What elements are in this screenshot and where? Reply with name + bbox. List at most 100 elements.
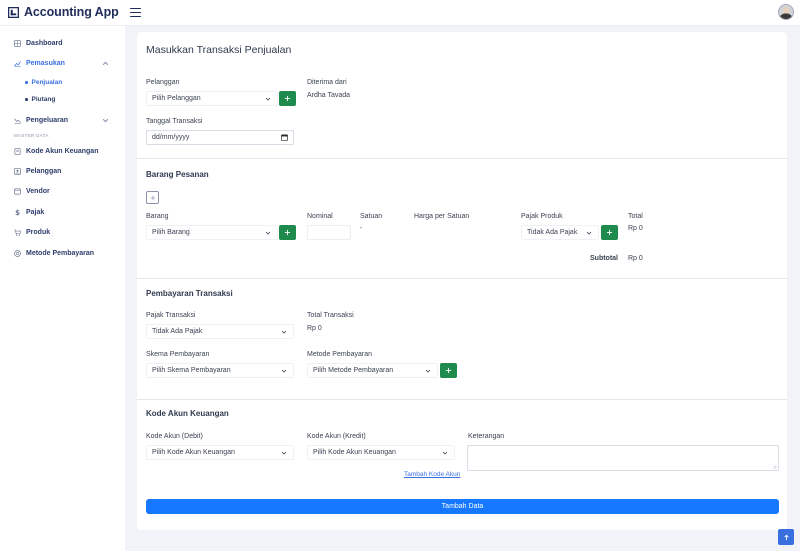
sidebar-item-pengeluaran[interactable]: Pengeluaran: [0, 112, 125, 128]
nominal-input[interactable]: [307, 225, 351, 240]
plus-icon: [606, 229, 613, 236]
sidebar-item-label: Pelanggan: [26, 167, 62, 175]
logo-icon: [8, 6, 19, 18]
kredit-select[interactable]: Pilih Kode Akun Keuangan: [307, 445, 455, 460]
menu-toggle-icon[interactable]: [130, 8, 141, 17]
add-pelanggan-button[interactable]: [279, 91, 296, 106]
col-pajak-produk: Pajak Produk: [521, 213, 563, 220]
pajak-transaksi-select-value: Tidak Ada Pajak: [152, 328, 203, 335]
plus-icon: [284, 95, 291, 102]
pelanggan-label: Pelanggan: [146, 79, 180, 86]
arrow-up-icon: [783, 534, 789, 540]
sidebar-item-label: Penjualan: [31, 79, 63, 86]
page-title: Masukkan Transaksi Penjualan: [146, 44, 292, 56]
section-divider: [137, 278, 787, 279]
pajak-produk-select-value: Tidak Ada Pajak: [527, 229, 578, 236]
metode-select-value: Pilih Metode Pembayaran: [313, 367, 394, 374]
topbar: Accounting App: [0, 0, 800, 26]
chevron-down-icon: [102, 119, 109, 123]
calendar-icon[interactable]: [281, 134, 288, 141]
chevron-down-icon: [265, 231, 271, 235]
chevron-down-icon: [425, 369, 431, 373]
plus-icon: [150, 195, 155, 200]
kredit-label: Kode Akun (Kredit): [307, 433, 366, 440]
sidebar-item-label: Metode Pembayaran: [26, 249, 95, 257]
debit-select[interactable]: Pilih Kode Akun Keuangan: [146, 445, 294, 460]
sidebar-item-dashboard[interactable]: Dashboard: [0, 35, 125, 51]
barang-section-title: Barang Pesanan: [146, 170, 209, 179]
chevron-down-icon: [281, 330, 287, 334]
transaction-form-card: Masukkan Transaksi Penjualan Pelanggan P…: [137, 32, 787, 530]
keterangan-textarea[interactable]: [467, 445, 779, 471]
sidebar-item-label: Kode Akun Keuangan: [26, 147, 99, 155]
section-divider: [137, 158, 787, 159]
tanggal-label: Tanggal Transaksi: [146, 118, 203, 125]
tambah-data-button[interactable]: Tambah Data: [146, 499, 779, 514]
total-transaksi-value: Rp 0: [307, 325, 322, 332]
resize-handle-icon[interactable]: [772, 464, 777, 469]
sidebar-item-kode-akun[interactable]: Kode Akun Keuangan: [0, 143, 125, 159]
tanggal-input[interactable]: dd/mm/yyyy: [146, 130, 294, 145]
brand[interactable]: Accounting App: [8, 5, 119, 19]
sidebar-section-label: MASTER DATA: [14, 133, 49, 138]
tanggal-placeholder: dd/mm/yyyy: [152, 134, 190, 141]
chevron-down-icon: [586, 231, 592, 235]
add-pajak-produk-button[interactable]: [601, 225, 618, 240]
chevron-down-icon: [281, 369, 287, 373]
add-barang-row-button[interactable]: [146, 191, 159, 204]
card-icon: [14, 188, 21, 194]
add-metode-button[interactable]: [440, 363, 457, 378]
avatar[interactable]: [778, 4, 794, 20]
scroll-to-top-button[interactable]: [778, 529, 794, 545]
chart-up-icon: [14, 60, 21, 67]
barang-select[interactable]: Pilih Barang: [146, 225, 278, 240]
subtotal-value: Rp 0: [628, 255, 643, 262]
debit-label: Kode Akun (Debit): [146, 433, 203, 440]
sidebar-item-label: Pengeluaran: [26, 116, 69, 124]
sidebar-item-pemasukan[interactable]: Pemasukan: [0, 55, 125, 71]
sidebar-item-piutang[interactable]: Piutang: [25, 96, 55, 103]
sidebar: Dashboard Pemasukan Penjualan Piutang Pe…: [0, 26, 125, 551]
debit-select-value: Pilih Kode Akun Keuangan: [152, 449, 235, 456]
sidebar-item-pelanggan[interactable]: Pelanggan: [0, 163, 125, 179]
chevron-down-icon: [281, 451, 287, 455]
sidebar-item-pajak[interactable]: $ Pajak: [0, 204, 125, 220]
sidebar-item-vendor[interactable]: Vendor: [0, 183, 125, 199]
sidebar-item-penjualan[interactable]: Penjualan: [25, 79, 62, 86]
sidebar-item-label: Produk: [26, 228, 51, 236]
chevron-down-icon: [265, 97, 271, 101]
contact-icon: [14, 167, 21, 175]
tambah-kode-akun-link[interactable]: Tambah Kode Akun: [404, 471, 460, 478]
pajak-transaksi-select[interactable]: Tidak Ada Pajak: [146, 324, 294, 339]
col-satuan: Satuan: [360, 213, 383, 220]
coin-icon: [14, 249, 21, 257]
sidebar-item-produk[interactable]: Produk: [0, 224, 125, 240]
keterangan-label: Keterangan: [468, 433, 505, 440]
add-barang-button[interactable]: [279, 225, 296, 240]
skema-select-value: Pilih Skema Pembayaran: [152, 367, 231, 374]
dollar-icon: $: [15, 209, 20, 216]
diterima-label: Diterima dari: [307, 79, 347, 86]
pembayaran-section-title: Pembayaran Transaksi: [146, 289, 233, 298]
sidebar-item-label: Pemasukan: [26, 59, 65, 67]
sidebar-item-metode-pembayaran[interactable]: Metode Pembayaran: [0, 245, 125, 261]
col-barang: Barang: [146, 213, 169, 220]
chart-down-icon: [14, 118, 21, 124]
metode-select[interactable]: Pilih Metode Pembayaran: [307, 363, 438, 378]
pajak-transaksi-label: Pajak Transaksi: [146, 312, 196, 319]
sidebar-item-label: Pajak: [26, 208, 45, 216]
akun-section-title: Kode Akun Keuangan: [146, 409, 229, 418]
barang-select-value: Pilih Barang: [152, 229, 190, 236]
svg-text:$: $: [15, 209, 20, 216]
section-divider: [137, 399, 787, 400]
pelanggan-select-value: Pilih Pelanggan: [152, 95, 201, 102]
pajak-produk-select[interactable]: Tidak Ada Pajak: [521, 225, 599, 240]
skema-select[interactable]: Pilih Skema Pembayaran: [146, 363, 294, 378]
col-total: Total: [628, 213, 643, 220]
pelanggan-select[interactable]: Pilih Pelanggan: [146, 91, 278, 106]
chevron-up-icon: [102, 61, 109, 65]
sidebar-item-label: Piutang: [31, 96, 56, 103]
total-transaksi-label: Total Transaksi: [307, 312, 354, 319]
satuan-value: -: [360, 225, 363, 232]
cart-icon: [14, 229, 21, 236]
